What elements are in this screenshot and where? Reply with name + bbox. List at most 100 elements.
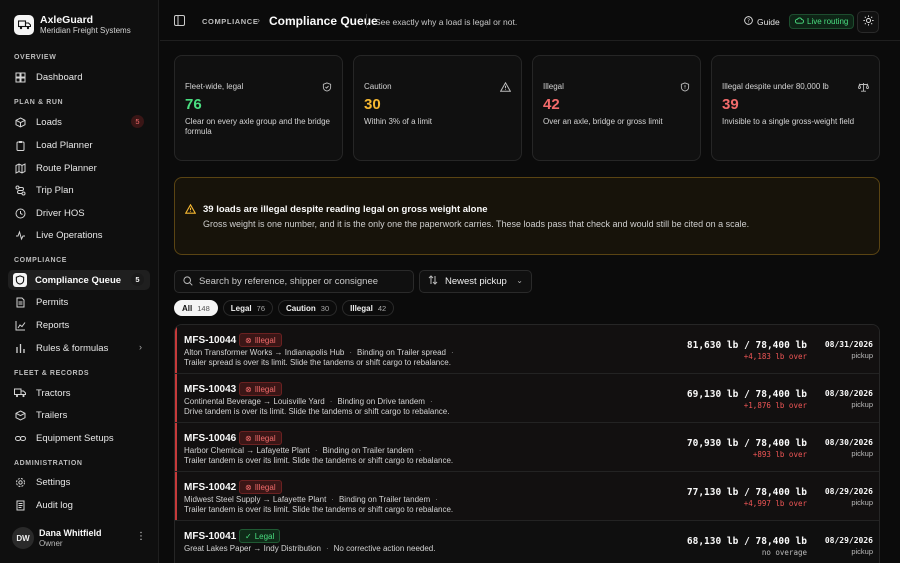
sidebar-item-trip-plan[interactable]: Trip Plan — [8, 180, 150, 200]
live-routing-label: Live routing — [807, 17, 849, 26]
route-line: Alton Transformer Works → Indianapolis H… — [184, 348, 459, 357]
table-row[interactable]: MFS-10042 ⊗ Illegal Midwest Steel Supply … — [175, 472, 879, 521]
sidebar-item-trailers[interactable]: Trailers — [8, 405, 150, 425]
stat-card-illegal[interactable]: Illegal 42 Over an axle, bridge or gross… — [532, 55, 701, 161]
sidebar-item-route-planner[interactable]: Route Planner — [8, 158, 150, 178]
stat-card-legal[interactable]: Fleet-wide, legal 76 Clear on every axle… — [174, 55, 343, 161]
tab-label: All — [182, 303, 193, 313]
card-label: Illegal — [543, 82, 564, 91]
status-badge: ⊗ Illegal — [239, 480, 282, 494]
kebab-menu-icon[interactable]: ⋮ — [136, 531, 146, 542]
cloud-icon — [794, 17, 804, 26]
table-row[interactable]: MFS-10046 ⊗ Illegal Harbor Chemical → Laf… — [175, 423, 879, 472]
sidebar-item-label: Load Planner — [36, 139, 93, 151]
table-row[interactable]: MFS-10044 ⊗ Illegal Alton Transformer Wor… — [175, 325, 879, 374]
sidebar-item-equipment-setups[interactable]: Equipment Setups — [8, 428, 150, 448]
load-id: MFS-10043 — [184, 384, 237, 395]
chevron-right-icon: › — [139, 342, 142, 352]
card-description: Within 3% of a limit — [364, 117, 433, 126]
binding: Binding on Trailer spread — [357, 348, 446, 357]
sidebar-item-permits[interactable]: Permits — [8, 292, 150, 312]
table-row[interactable]: MFS-10043 ⊗ Illegal Continental Beverage … — [175, 374, 879, 423]
guide-label: Guide — [757, 16, 780, 27]
x-circle-icon: ⊗ — [245, 482, 252, 492]
compliance-list: MFS-10044 ⊗ Illegal Alton Transformer Wor… — [174, 324, 880, 563]
guide-button[interactable]: ? Guide — [744, 16, 780, 27]
brand[interactable]: AxleGuard Meridian Freight Systems — [14, 14, 131, 35]
theme-toggle-button[interactable] — [857, 11, 879, 33]
sidebar-item-load-planner[interactable]: Load Planner — [8, 135, 150, 155]
tab-count: 148 — [197, 303, 210, 313]
tab-illegal[interactable]: Illegal 42 — [342, 300, 395, 316]
table-row[interactable]: MFS-10041 ✓ Legal Great Lakes Paper → Ind… — [175, 521, 879, 563]
help-circle-icon: ? — [744, 16, 753, 27]
route: Alton Transformer Works → Indianapolis H… — [184, 348, 345, 357]
status-badge: ⊗ Illegal — [239, 333, 282, 347]
weight-value: 70,930 lb / 78,400 lb — [686, 438, 807, 449]
chevron-right-icon: › — [257, 15, 260, 25]
nav-section-compliance: COMPLIANCE — [14, 257, 68, 264]
tab-count: 30 — [320, 303, 330, 313]
sidebar-item-audit-log[interactable]: Audit log — [8, 495, 150, 515]
status-badge: ✓ Legal — [239, 529, 281, 543]
sidebar-item-loads[interactable]: Loads 5 — [8, 112, 150, 132]
map-icon — [14, 162, 26, 174]
chart-icon — [14, 319, 26, 331]
user-menu[interactable]: DW Dana Whitfield Owner ⋮ — [12, 525, 152, 551]
overage-value: no overage — [761, 548, 807, 557]
overage-value: +893 lb over — [752, 450, 807, 459]
tab-legal[interactable]: Legal 76 — [222, 300, 273, 316]
clock-icon — [14, 207, 26, 219]
warning-icon — [184, 203, 197, 217]
search-input[interactable] — [199, 276, 399, 287]
shield-icon — [13, 273, 27, 287]
corrective-message: Drive tandem is over its limit. Slide th… — [184, 407, 450, 416]
sidebar-item-label: Driver HOS — [36, 207, 85, 219]
sidebar-item-tractors[interactable]: Tractors — [8, 383, 150, 403]
card-value: 42 — [543, 96, 560, 113]
container-icon — [14, 409, 26, 421]
top-header: COMPLIANCE › Compliance Queue See exactl… — [160, 0, 900, 41]
separator-dot: · — [329, 397, 333, 406]
x-circle-icon: ⊗ — [245, 384, 252, 394]
card-description: Over an axle, bridge or gross limit — [543, 117, 663, 126]
nav-section-fleet: FLEET & RECORDS — [14, 370, 90, 377]
sidebar-item-rules[interactable]: Rules & formulas › — [8, 338, 150, 358]
x-circle-icon: ⊗ — [245, 433, 252, 443]
tab-all[interactable]: All 148 — [174, 300, 218, 316]
tab-caution[interactable]: Caution 30 — [278, 300, 338, 316]
tab-label: Legal — [230, 303, 252, 313]
divider — [366, 14, 367, 28]
sidebar-item-driver-hos[interactable]: Driver HOS — [8, 203, 150, 223]
x-circle-icon: ⊗ — [245, 335, 252, 345]
chevron-down-icon: ⌄ — [516, 276, 523, 285]
sidebar-item-live-operations[interactable]: Live Operations — [8, 225, 150, 245]
brand-subtitle: Meridian Freight Systems — [40, 26, 131, 36]
sidebar-item-dashboard[interactable]: Dashboard — [8, 67, 150, 87]
overage-value: +4,997 lb over — [743, 499, 807, 508]
route-icon — [14, 184, 26, 196]
breadcrumb[interactable]: COMPLIANCE — [202, 17, 258, 26]
stat-card-illegal-under-gross[interactable]: Illegal despite under 80,000 lb 39 Invis… — [711, 55, 880, 161]
card-label: Caution — [364, 82, 392, 91]
loads-count-badge: 5 — [131, 115, 144, 128]
sidebar-item-reports[interactable]: Reports — [8, 315, 150, 335]
sidebar-item-settings[interactable]: Settings — [8, 472, 150, 492]
route-line: Great Lakes Paper → Indy Distribution · No… — [184, 544, 435, 553]
separator-dot: · — [435, 495, 438, 504]
separator-dot: · — [429, 397, 433, 406]
weight-value: 69,130 lb / 78,400 lb — [686, 389, 807, 400]
sort-dropdown[interactable]: Newest pickup ⌄ — [419, 270, 532, 293]
search-box[interactable] — [174, 270, 414, 293]
route-line: Midwest Steel Supply → Lafayette Plant · B… — [184, 495, 443, 504]
sidebar-item-compliance-queue[interactable]: Compliance Queue 5 — [8, 270, 150, 290]
sidebar-toggle-icon[interactable] — [174, 15, 185, 29]
page-subtitle: See exactly why a load is legal or not. — [375, 17, 518, 27]
stat-card-caution[interactable]: Caution 30 Within 3% of a limit — [353, 55, 522, 161]
tab-label: Illegal — [350, 303, 373, 313]
status-filter-tabs: All 148 Legal 76 Caution 30 Illegal 42 — [174, 300, 399, 316]
live-routing-badge[interactable]: Live routing — [789, 14, 855, 29]
pickup-date: 08/30/2026 — [824, 389, 873, 398]
pickup-date: 08/31/2026 — [824, 340, 873, 349]
list-icon — [14, 499, 26, 511]
